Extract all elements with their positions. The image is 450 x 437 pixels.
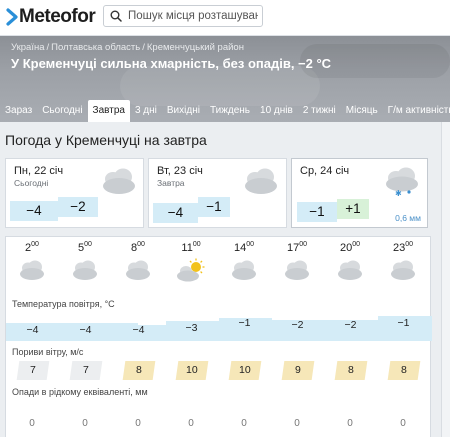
tab-2-weeks[interactable]: 2 тижні <box>298 100 341 122</box>
day-card-tuesday[interactable]: Вт, 23 січ Завтра −4 −1 <box>148 158 287 228</box>
day-date: Ср, 24 січ <box>300 165 350 177</box>
temperature-row-label: Температура повітря, °C <box>12 299 115 309</box>
hourly-temperature: −1 <box>238 317 251 329</box>
hourly-temperature: −2 <box>291 319 304 331</box>
partly-cloudy-icon <box>177 258 205 282</box>
tab-geomagnetic[interactable]: Г/м активність <box>383 100 450 122</box>
cloudy-icon <box>103 168 135 194</box>
search-input[interactable] <box>128 10 258 22</box>
breadcrumb: Україна / Полтавська область / Кременчуцький… <box>11 42 244 53</box>
hourly-precipitation: 0 <box>400 418 406 429</box>
hourly-precipitation: 0 <box>294 418 300 429</box>
logo-text: Meteofor <box>19 6 96 27</box>
logo-icon <box>6 8 18 26</box>
hourly-precipitation: 0 <box>82 418 88 429</box>
hourly-forecast: 200 500 800 1100 1400 1700 2000 2300 Тем… <box>5 236 432 437</box>
svg-text:✱: ✱ <box>395 189 402 197</box>
hourly-wind-gust: 10 <box>175 361 209 380</box>
hourly-precipitation: 0 <box>188 418 194 429</box>
hourly-precipitation: 0 <box>135 418 141 429</box>
hour-label: 1700 <box>286 241 308 254</box>
tab-weekend[interactable]: Вихідні <box>162 100 205 122</box>
hour-label: 2300 <box>392 241 414 254</box>
snow-cloud-icon: ✱ <box>386 167 418 197</box>
day-min-temp: −4 <box>10 201 58 221</box>
hourly-temperature: −4 <box>79 324 92 336</box>
day-max-temp: +1 <box>337 199 369 219</box>
page-title: Погода у Кременчуці на завтра <box>5 132 207 148</box>
hour-label: 800 <box>131 241 145 254</box>
search-box[interactable] <box>103 5 263 27</box>
day-date: Пн, 22 січ <box>14 165 64 177</box>
breadcrumb-region[interactable]: Полтавська область <box>51 42 140 53</box>
day-date: Вт, 23 січ <box>157 165 203 177</box>
hour-label: 200 <box>25 241 39 254</box>
hourly-wind-gust: 7 <box>16 361 50 380</box>
breadcrumb-district[interactable]: Кременчуцький район <box>147 42 244 53</box>
hourly-wind-gust: 10 <box>228 361 262 380</box>
breadcrumb-country[interactable]: Україна <box>11 42 45 53</box>
hour-label: 1100 <box>181 241 201 254</box>
day-min-temp: −4 <box>153 203 198 223</box>
hero-banner: Україна / Полтавська область / Кременчуцький… <box>0 36 450 122</box>
hourly-precipitation: 0 <box>29 418 35 429</box>
tab-week[interactable]: Тиждень <box>205 100 255 122</box>
cloudy-icon <box>73 260 97 280</box>
cloudy-icon <box>20 260 44 280</box>
cloudy-icon <box>126 260 150 280</box>
precip-row-label: Опади в рідкому еквіваленті, мм <box>12 387 148 397</box>
cloudy-icon <box>245 168 277 194</box>
side-panel-edge <box>441 122 450 437</box>
hourly-wind-gust: 8 <box>122 361 156 380</box>
day-max-temp: −1 <box>198 197 230 217</box>
top-bar: Meteofor <box>0 0 450 36</box>
cloudy-icon <box>232 260 256 280</box>
day-precipitation: 0,6 мм <box>395 213 421 223</box>
day-subtitle: Сьогодні <box>14 178 49 188</box>
hour-label: 2000 <box>339 241 361 254</box>
hourly-wind-gust: 8 <box>334 361 368 380</box>
tab-3-days[interactable]: 3 дні <box>130 100 162 122</box>
hourly-wind-gust: 7 <box>69 361 103 380</box>
logo[interactable]: Meteofor <box>6 5 96 29</box>
hourly-precipitation: 0 <box>241 418 247 429</box>
hourly-temperature: −2 <box>344 319 357 331</box>
day-min-temp: −1 <box>297 202 337 222</box>
day-card-wednesday[interactable]: Ср, 24 січ ✱ −1 +1 0,6 мм <box>291 158 428 228</box>
day-max-temp: −2 <box>58 197 98 217</box>
hour-label: 500 <box>78 241 92 254</box>
cloudy-icon <box>285 260 309 280</box>
hourly-wind-gust: 8 <box>387 361 421 380</box>
wind-row-label: Пориви вітру, м/с <box>12 347 84 357</box>
period-tabs: Зараз Сьогодні Завтра 3 дні Вихідні Тижд… <box>0 100 450 122</box>
cloudy-icon <box>391 260 415 280</box>
tab-today[interactable]: Сьогодні <box>37 100 87 122</box>
tab-now[interactable]: Зараз <box>0 100 37 122</box>
hourly-temperature: −4 <box>26 324 39 336</box>
hourly-wind-gust: 9 <box>281 361 315 380</box>
hour-label: 1400 <box>233 241 255 254</box>
tab-month[interactable]: Місяць <box>341 100 383 122</box>
cloudy-icon <box>338 260 362 280</box>
hourly-precipitation: 0 <box>347 418 353 429</box>
tab-tomorrow[interactable]: Завтра <box>87 100 130 122</box>
hourly-temperature: −4 <box>132 324 145 336</box>
hourly-temperature: −1 <box>397 317 410 329</box>
day-card-monday[interactable]: Пн, 22 січ Сьогодні −4 −2 <box>5 158 144 228</box>
current-weather-headline: У Кременчуці сильна хмарність, без опаді… <box>11 56 332 71</box>
tab-10-days[interactable]: 10 днів <box>255 100 298 122</box>
page: { "brand":{"name":"Meteofor"}, "search":… <box>0 0 450 437</box>
search-icon <box>110 10 122 22</box>
day-subtitle: Завтра <box>157 178 185 188</box>
hourly-temperature: −3 <box>185 322 198 334</box>
